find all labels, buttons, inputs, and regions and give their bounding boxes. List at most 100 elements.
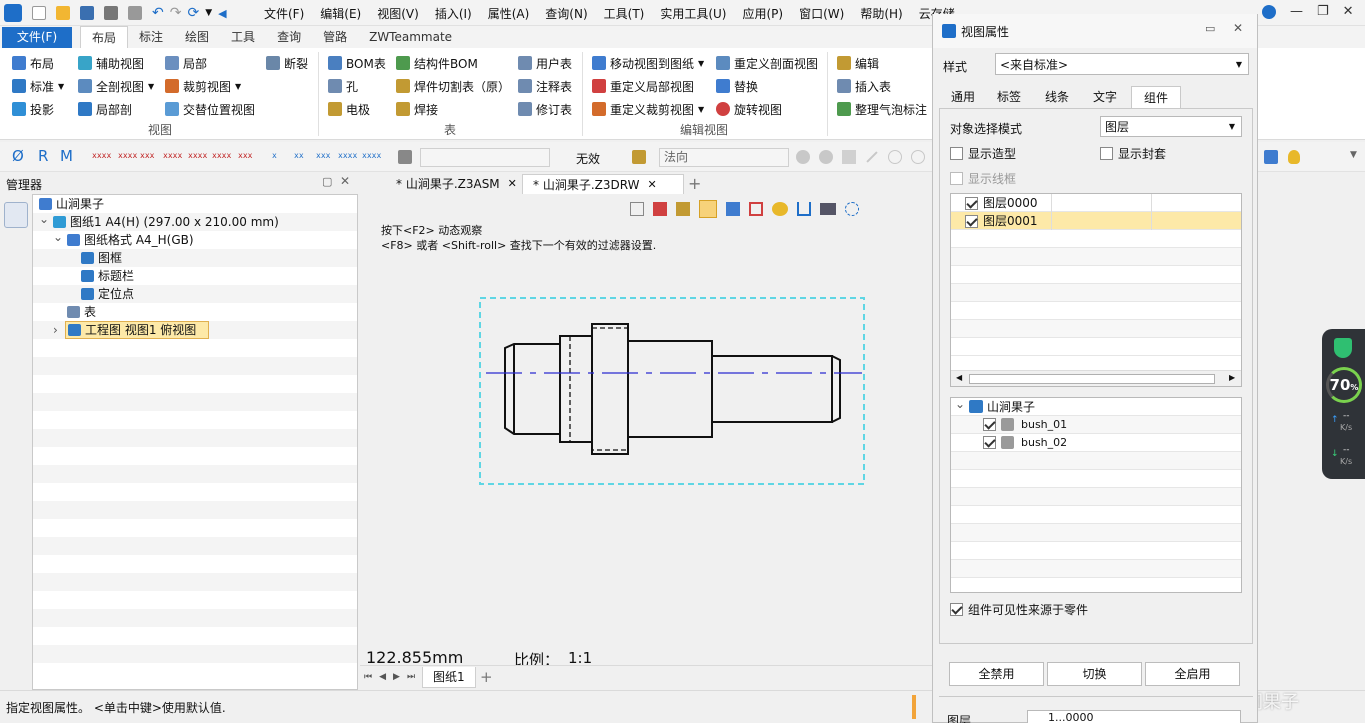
collapse-toolbar-icon[interactable]: ▼ [1350,150,1357,160]
horizontal-scrollbar[interactable]: ◀ ▶ [951,370,1241,386]
rotate-view-button[interactable]: 旋转视图 [716,99,782,119]
help-icon[interactable] [1262,4,1276,19]
tree-node[interactable]: 标题栏 [33,267,357,285]
back-arrow-icon[interactable]: ◀ [218,7,226,20]
tree-node[interactable]: ⌄ 图纸格式 A4_H(GB) [33,228,357,249]
close-button[interactable]: ✕ [1343,4,1354,19]
symbol-9[interactable]: xx [294,151,304,160]
close-icon[interactable]: ✕ [1233,21,1243,35]
partial-section-button[interactable]: 局部剖 [78,99,132,119]
tree-node[interactable]: ⌄ 图纸1 A4(H) (297.00 x 210.00 mm) [33,210,357,231]
print-preview-icon[interactable] [128,6,142,20]
add-sheet-icon[interactable]: + [480,668,493,686]
arrange-balloons-button[interactable]: 整理气泡标注 [837,99,927,119]
scroll-left-icon[interactable]: ◀ [956,373,962,382]
tab-drawing-doc[interactable]: * 山涧果子.Z3DRW ✕ [522,174,684,194]
insert-table-button[interactable]: 插入表 [837,76,891,96]
new-file-icon[interactable] [32,6,46,20]
tree-node[interactable]: › 工程图 视图1 俯视图 [33,321,357,339]
last-sheet-icon[interactable]: ⏭ [407,672,415,682]
tree-node[interactable]: 定位点 [33,285,357,303]
snap-icon[interactable] [632,150,646,164]
first-sheet-icon[interactable]: ⏮ [364,672,372,682]
dropdown-arrow-icon[interactable]: ▼ [205,8,212,18]
tab-assembly-doc[interactable]: * 山涧果子.Z3ASM ✕ [386,174,527,194]
tab-piping[interactable]: 管路 [312,26,358,48]
symbol-11[interactable]: xxxx [338,151,357,160]
exit-icon[interactable] [630,202,644,216]
minimize-button[interactable]: — [1290,4,1303,19]
wand-icon[interactable] [726,202,740,216]
diameter-icon[interactable]: Ø [12,147,24,165]
circle-icon[interactable] [911,150,925,164]
filter-active-icon[interactable] [699,200,717,218]
redefine-section-button[interactable]: 重定义剖面视图 [716,53,818,73]
scroll-thumb[interactable] [969,374,1215,384]
tree-node[interactable]: 图框 [33,249,357,267]
open-folder-icon[interactable] [56,6,70,20]
add-tab-icon[interactable]: + [688,174,701,193]
file-tab[interactable]: 文件(F) [2,26,72,48]
electrode-table-button[interactable]: 电极 [328,99,370,119]
symbol-1[interactable]: xxxx [92,151,111,160]
angle-icon[interactable] [888,150,902,164]
prev-sheet-icon[interactable]: ◀ [379,672,386,682]
tab-query[interactable]: 查询 [266,26,312,48]
tab-tools[interactable]: 工具 [220,26,266,48]
layer-row[interactable]: 图层0000 [951,194,1241,212]
undo-icon[interactable]: ↶ [152,5,164,21]
close-icon[interactable]: ✕ [647,175,656,195]
history-manager-icon[interactable] [4,202,28,228]
toggle-button[interactable]: 切换 [1047,662,1142,686]
crop-view-button[interactable]: 裁剪视图 ▼ [165,76,241,96]
symbol-8[interactable]: x [272,151,277,160]
replace-button[interactable]: 替换 [716,76,758,96]
tab-text[interactable]: 文字 [1081,86,1129,108]
sheet-tab-1[interactable]: 图纸1 [422,667,476,688]
enable-all-button[interactable]: 全启用 [1145,662,1240,686]
show-wireframe-checkbox[interactable]: 显示线框 [950,170,1016,187]
next-sheet-icon[interactable]: ▶ [393,672,400,682]
direction-combo[interactable]: 法向 [659,148,789,167]
visibility-from-part-checkbox[interactable]: 组件可见性来源于零件 [950,601,1088,618]
tab-label[interactable]: 标签 [985,86,1033,108]
chevron-down-icon[interactable]: ⌄ [53,228,63,246]
component-row[interactable]: bush_01 [951,416,1241,434]
projection-button[interactable]: 投影 [12,99,54,119]
redefine-detail-button[interactable]: 重定义局部视图 [592,76,694,96]
break-view-button[interactable]: 断裂 [266,53,308,73]
edit-button[interactable]: 编辑 [837,53,879,73]
alternate-position-button[interactable]: 交替位置视图 [165,99,255,119]
menu-file[interactable]: 文件(F) [264,5,304,22]
shaft-drawing[interactable] [478,296,870,486]
menu-apps[interactable]: 应用(P) [743,5,784,22]
bulb-icon[interactable] [1288,150,1300,164]
menu-utilities[interactable]: 实用工具(U) [660,5,726,22]
chevron-down-icon[interactable]: ⌄ [39,210,49,228]
user-table-button[interactable]: 用户表 [518,53,572,73]
symbol-2[interactable]: xxxx [118,151,137,160]
disable-all-button[interactable]: 全禁用 [949,662,1044,686]
tab-component[interactable]: 组件 [1131,86,1182,108]
full-section-button[interactable]: 全剖视图 ▼ [78,76,154,96]
print-icon[interactable] [104,6,118,20]
panel-minimize-icon[interactable]: ▭ [1205,22,1215,35]
chevron-down-icon[interactable]: ⌄ [955,398,965,413]
structure-bom-button[interactable]: 结构件BOM [396,53,478,73]
menu-attribute[interactable]: 属性(A) [488,5,530,22]
layer-row[interactable]: 图层0001 [951,212,1241,230]
menu-edit[interactable]: 编辑(E) [320,5,361,22]
revision-table-button[interactable]: 修订表 [518,99,572,119]
grid-icon[interactable] [749,202,763,216]
note-table-button[interactable]: 注释表 [518,76,572,96]
select-mode-select[interactable]: 图层 ▼ [1100,116,1242,137]
component-checkbox[interactable] [983,418,996,431]
broom-icon[interactable] [676,202,690,216]
restore-button[interactable]: ❐ [1317,4,1329,19]
symbol-6[interactable]: xxxx [212,151,231,160]
symbol-12[interactable]: xxxx [362,151,381,160]
symbol-7[interactable]: xxx [238,151,252,160]
style-select[interactable]: <来自标准> ▼ [995,53,1249,75]
dimension-icon[interactable] [797,202,811,216]
view-boundary[interactable] [479,297,865,485]
